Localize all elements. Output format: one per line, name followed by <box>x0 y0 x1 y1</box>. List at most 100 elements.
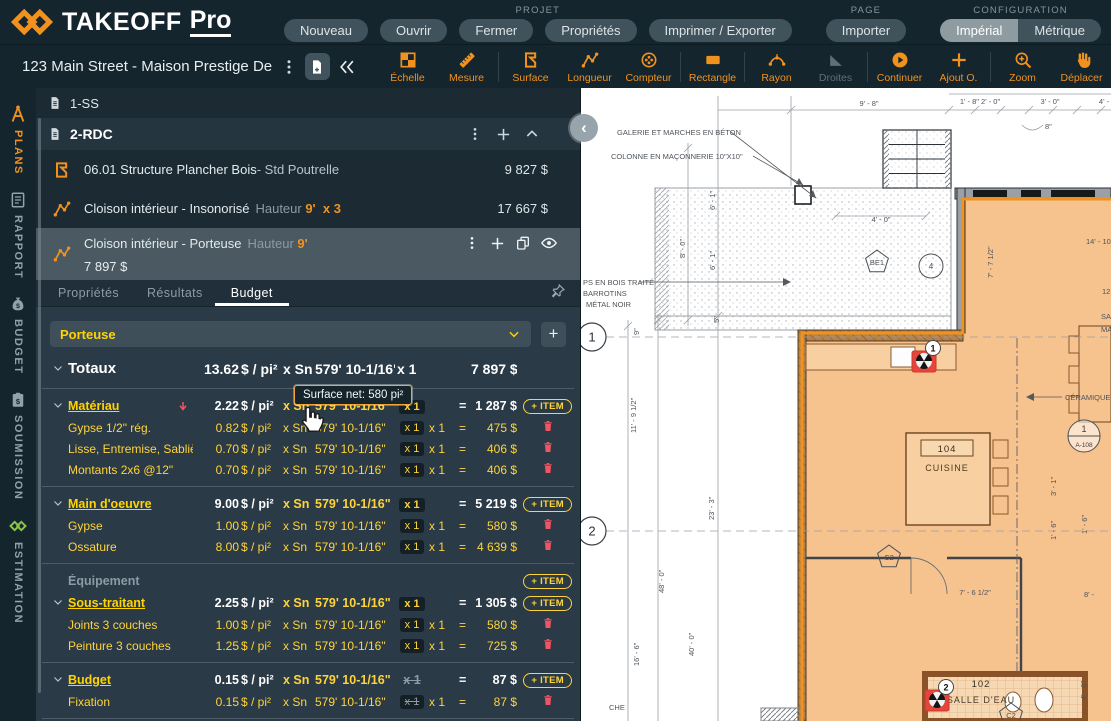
tool--chelle[interactable]: Échelle <box>378 50 437 84</box>
tool-zoom[interactable]: Zoom <box>993 50 1052 84</box>
multiplier-badge[interactable]: x 1 <box>399 596 425 611</box>
tool-mesure[interactable]: Mesure <box>437 50 496 84</box>
trash-icon[interactable] <box>542 637 554 654</box>
caret-down-icon[interactable] <box>52 497 66 512</box>
add-icon[interactable] <box>489 234 506 252</box>
tab-budget[interactable]: Budget <box>214 280 289 306</box>
kebab-icon[interactable] <box>464 234 480 252</box>
panel-scrollbar[interactable] <box>38 118 41 693</box>
add-page-button[interactable] <box>304 53 330 80</box>
trash-icon[interactable] <box>542 517 554 534</box>
multiplier-badge[interactable]: x 1 <box>399 442 425 456</box>
row-badge[interactable]: x 1 <box>397 638 427 653</box>
multiplier-badge[interactable]: x 1 <box>399 497 425 512</box>
section-badge[interactable]: x 1 <box>397 497 427 512</box>
topbar-button-m-trique[interactable]: Métrique <box>1018 19 1101 42</box>
tool-droites[interactable]: Droites <box>806 50 865 84</box>
pin-button[interactable] <box>550 283 566 304</box>
add-icon[interactable] <box>495 126 512 143</box>
caret-down-icon[interactable] <box>52 596 66 611</box>
row-badge[interactable]: x 1 <box>397 441 427 456</box>
takeoff-area-main[interactable] <box>806 333 1111 721</box>
page-row-1-ss[interactable]: 1-SS <box>36 88 580 118</box>
rail-tab-label: BUDGET <box>12 319 24 375</box>
trash-icon[interactable] <box>542 461 554 478</box>
item-attr-value: 9' <box>293 235 308 251</box>
tool-compteur[interactable]: Compteur <box>619 50 678 84</box>
trash-icon[interactable] <box>542 419 554 436</box>
chevron-up-icon[interactable] <box>524 126 540 143</box>
project-title[interactable]: 123 Main Street - Maison Prestige De... <box>22 58 273 75</box>
page-row-2-rdc[interactable]: 2-RDC <box>36 118 580 150</box>
kebab-icon[interactable] <box>467 126 483 143</box>
multiplier-badge[interactable]: x 1 <box>399 519 425 533</box>
measurement-row[interactable]: 06.01 Structure Plancher Bois - Std Pout… <box>36 150 580 189</box>
row-badge[interactable]: x 1 <box>397 420 427 435</box>
section-name[interactable]: Matériau <box>68 399 193 413</box>
topbar-button-nouveau[interactable]: Nouveau <box>283 19 368 42</box>
eye-icon[interactable] <box>540 234 558 252</box>
row-badge[interactable]: x 1 <box>397 462 427 477</box>
measurement-row[interactable]: Cloison intérieur - Insonorisé Hauteur 9'… <box>36 189 580 228</box>
add-group-button[interactable]: + <box>541 321 566 347</box>
topbar-button-ouvrir[interactable]: Ouvrir <box>379 19 448 42</box>
section-name[interactable]: Sous-traitant <box>68 596 193 610</box>
tool-continuer[interactable]: Continuer <box>870 50 929 84</box>
group-select[interactable]: Porteuse <box>50 321 531 347</box>
tab-r-sultats[interactable]: Résultats <box>147 280 203 306</box>
rail-tab-budget[interactable]: $ BUDGET <box>9 295 27 375</box>
tool-rayon[interactable]: Rayon <box>747 50 806 84</box>
row-equals: = <box>459 617 467 632</box>
collapse-panel-icon[interactable] <box>337 57 357 77</box>
multiplier-badge[interactable]: x 1 <box>399 618 425 632</box>
add-item-button[interactable]: + ITEM <box>523 496 572 512</box>
trash-icon[interactable] <box>542 693 554 710</box>
trash-icon[interactable] <box>542 616 554 633</box>
tool-surface[interactable]: Surface <box>501 50 560 84</box>
row-qty: 579' 10-1/16" <box>315 694 386 709</box>
topbar-button-fermer[interactable]: Fermer <box>459 19 534 42</box>
section-name[interactable]: Budget <box>68 673 193 687</box>
grid-bubble-label: 2 <box>588 524 595 539</box>
tool-ajout-o-[interactable]: Ajout O. <box>929 50 988 84</box>
measurement-row[interactable]: Cloison intérieur - Porteuse Hauteur 9' 7 … <box>36 228 580 280</box>
row-badge[interactable]: x 1 <box>397 617 427 632</box>
tool-rectangle[interactable]: Rectangle <box>683 50 742 84</box>
multiplier-badge[interactable]: x 1 <box>399 540 425 554</box>
copy-icon[interactable] <box>515 234 531 252</box>
multiplier-badge[interactable]: x 1 <box>399 421 425 435</box>
caret-down-icon[interactable] <box>52 361 66 377</box>
floor-plan[interactable]: GALERIE ET MARCHES EN BÉTON COLONNE EN MA… <box>581 88 1111 721</box>
caret-down-icon[interactable] <box>52 673 66 688</box>
tab-propri-t-s[interactable]: Propriétés <box>58 280 119 306</box>
add-item-button[interactable]: + ITEM <box>523 595 572 611</box>
multiplier-badge[interactable]: x 1 <box>399 695 425 709</box>
topbar-button-importer[interactable]: Importer <box>825 19 907 42</box>
topbar-button-propri-t-s[interactable]: Propriétés <box>545 19 637 42</box>
rail-tab-estimation[interactable]: ESTIMATION <box>8 516 28 624</box>
rail-tab-soumission[interactable]: $ SOUMISSION <box>9 391 27 500</box>
row-badge[interactable]: x 1 <box>397 518 427 533</box>
topbar-button-imprimer-exporter[interactable]: Imprimer / Exporter <box>648 19 792 42</box>
tool-d-placer[interactable]: Déplacer <box>1052 50 1111 84</box>
row-badge[interactable]: x 1 <box>397 694 427 709</box>
multiplier-badge[interactable]: x 1 <box>399 463 425 477</box>
tool-longueur[interactable]: Longueur <box>560 50 619 84</box>
rail-tab-plans[interactable]: PLANS <box>8 104 28 175</box>
caret-down-icon[interactable] <box>52 399 66 414</box>
trash-icon[interactable] <box>542 440 554 457</box>
panel-collapse-button[interactable]: ‹ <box>570 114 598 142</box>
add-item-button[interactable]: + ITEM <box>523 672 572 688</box>
row-equals: = <box>459 539 467 554</box>
kebab-menu-icon[interactable] <box>280 58 298 76</box>
rail-tab-rapport[interactable]: RAPPORT <box>9 191 27 279</box>
trash-icon[interactable] <box>542 538 554 555</box>
row-badge[interactable]: x 1 <box>397 539 427 554</box>
topbar-button-imp-rial[interactable]: Impérial <box>940 19 1019 42</box>
add-item-button[interactable]: + ITEM <box>523 573 572 589</box>
topbar-group-page: PAGE Importer <box>825 2 907 42</box>
multiplier-badge[interactable]: x 1 <box>399 639 425 653</box>
section-badge[interactable]: x 1 <box>397 596 427 611</box>
add-item-button[interactable]: + ITEM <box>523 398 572 414</box>
section-name[interactable]: Main d'oeuvre <box>68 497 193 511</box>
